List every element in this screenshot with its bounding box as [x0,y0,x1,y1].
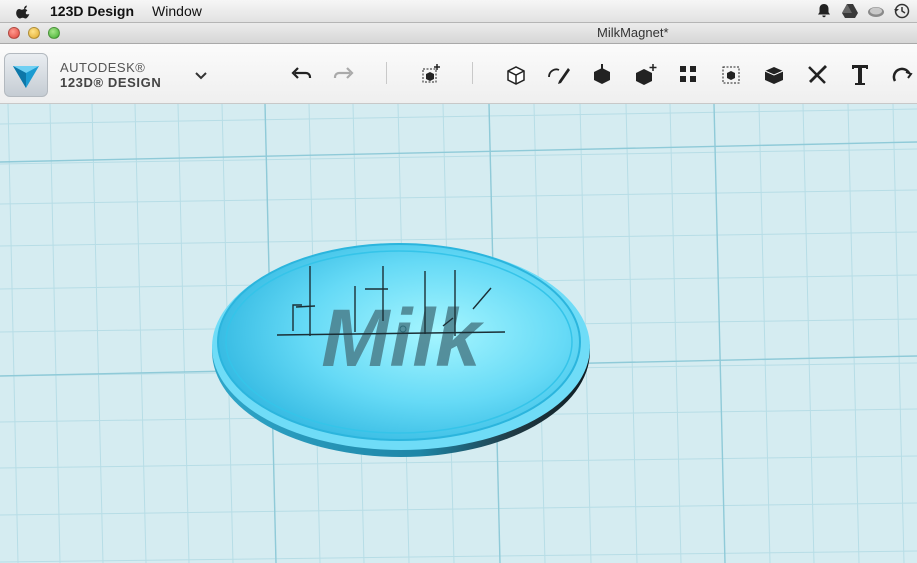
pattern-icon [680,66,696,82]
modify-button[interactable] [632,60,660,88]
combine-button[interactable] [760,60,788,88]
sketch-icon [548,68,570,84]
toolbar-divider [386,62,387,84]
snap-icon [892,67,913,82]
construct-icon [594,64,610,84]
primitives-icon [507,66,525,85]
measure-button[interactable] [804,60,832,88]
milk-magnet-model[interactable]: Milk [205,226,600,461]
3d-viewport[interactable]: Milk [0,104,917,563]
window-menu[interactable]: Window [152,3,202,19]
drive-icon[interactable] [841,2,859,20]
window-title-bar: MilkMagnet* [0,23,917,44]
toolbar-divider [472,62,473,84]
main-toolbar: AUTODESK® 123D® DESIGN [0,44,917,104]
construct-button[interactable] [588,60,616,88]
grouping-button[interactable] [718,60,746,88]
text-tool-button[interactable] [846,60,874,88]
menu-bar: 123D Design Window [0,0,917,23]
snap-button[interactable] [888,60,916,88]
grouping-icon [722,66,740,84]
milk-text: Milk [321,293,485,384]
apple-icon[interactable] [14,3,34,19]
notification-bell-icon[interactable] [815,2,833,20]
measure-icon [808,65,827,84]
sketch-button[interactable] [545,60,573,88]
undo-icon [291,67,312,79]
modify-icon [636,64,657,85]
text-icon [852,65,868,85]
app-name-menu[interactable]: 123D Design [50,3,134,19]
undo-button[interactable] [288,60,316,88]
cloud-drive-icon[interactable] [867,2,885,20]
chevron-down-icon[interactable] [193,70,209,82]
redo-icon [333,67,354,79]
combine-icon [764,67,784,84]
status-area [815,2,911,20]
window-title: MilkMagnet* [597,25,669,40]
redo-button[interactable] [329,60,357,88]
pattern-button[interactable] [674,60,702,88]
primitives-button[interactable] [502,60,530,88]
time-machine-icon[interactable] [893,2,911,20]
brand-company: AUTODESK® [60,60,146,75]
app-logo-icon [13,66,39,88]
app-logo-button[interactable] [4,53,48,97]
brand-product: 123D® DESIGN [60,75,162,90]
transform-button[interactable] [417,60,445,88]
transform-icon [422,64,440,83]
